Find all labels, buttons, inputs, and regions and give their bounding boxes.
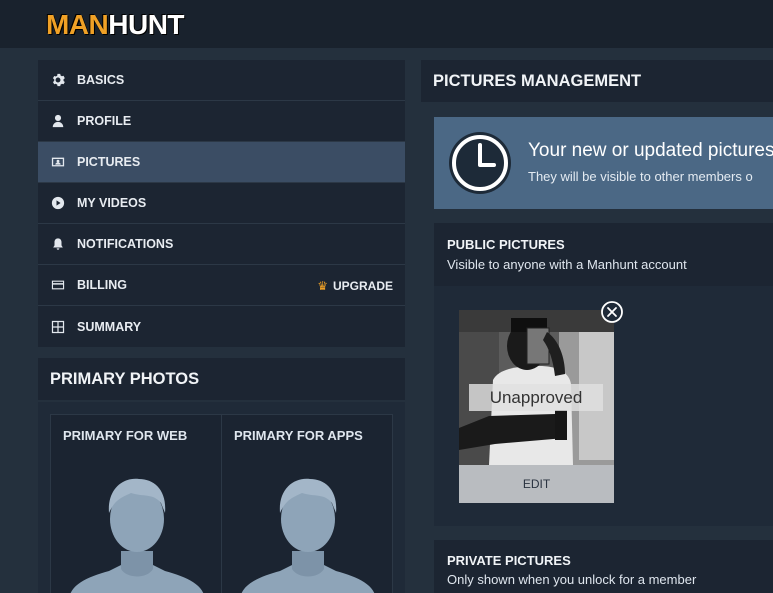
user-photo-thumbnail[interactable]: Unapproved — [459, 310, 614, 465]
crown-icon: ♛ — [317, 278, 328, 293]
public-pictures-header: PUBLIC PICTURES Visible to anyone with a… — [434, 223, 773, 286]
sidebar-item-billing[interactable]: BILLING ♛ UPGRADE — [38, 265, 405, 306]
edit-photo-button[interactable]: EDIT — [459, 465, 614, 503]
upgrade-label: UPGRADE — [332, 278, 393, 293]
bell-icon — [50, 236, 66, 252]
page-title: PICTURES MANAGEMENT — [433, 71, 642, 90]
avatar-placeholder-icon — [70, 478, 204, 593]
clock-icon — [449, 132, 511, 194]
top-bar: MAN HUNT — [0, 0, 773, 48]
sidebar-item-label: NOTIFICATIONS — [77, 237, 174, 251]
sidebar-item-notifications[interactable]: NOTIFICATIONS — [38, 224, 405, 265]
pending-review-notice: Your new or updated pictures They will b… — [434, 117, 773, 209]
private-pictures-title: PRIVATE PICTURES — [447, 553, 571, 568]
primary-for-web-label: PRIMARY FOR WEB — [63, 428, 188, 443]
primary-for-apps-label: PRIMARY FOR APPS — [234, 428, 363, 443]
sidebar-item-label: MY VIDEOS — [77, 196, 147, 210]
primary-photos-title: PRIMARY PHOTOS — [50, 369, 200, 388]
card-icon — [50, 277, 66, 293]
settings-sidebar: BASICS PROFILE PICTURES MY VIDEOS NOTIFI… — [38, 60, 405, 347]
sidebar-item-summary[interactable]: SUMMARY — [38, 306, 405, 347]
pictures-management-header: PICTURES MANAGEMENT — [421, 60, 773, 102]
picture-icon — [50, 154, 66, 170]
sidebar-item-label: SUMMARY — [77, 319, 142, 334]
unapproved-badge: Unapproved — [469, 384, 603, 411]
logo-text-hunt: HUNT — [108, 9, 185, 40]
sidebar-item-basics[interactable]: BASICS — [38, 60, 405, 101]
sidebar-item-pictures[interactable]: PICTURES — [38, 142, 405, 183]
grid-icon — [50, 319, 66, 335]
private-pictures-header: PRIVATE PICTURES Only shown when you unl… — [434, 540, 773, 593]
public-pictures-title: PUBLIC PICTURES — [447, 237, 565, 252]
primary-photos-header: PRIMARY PHOTOS — [38, 358, 405, 400]
remove-photo-close-icon[interactable] — [601, 301, 623, 323]
upgrade-link[interactable]: ♛ UPGRADE — [317, 265, 393, 306]
sidebar-item-label: BASICS — [77, 73, 125, 87]
gear-icon — [50, 72, 66, 88]
play-icon — [50, 195, 66, 211]
private-pictures-subtitle: Only shown when you unlock for a member — [447, 572, 697, 587]
manhunt-logo[interactable]: MAN HUNT — [46, 9, 185, 40]
public-photo-card[interactable]: Unapproved EDIT — [459, 310, 614, 503]
sidebar-item-my-videos[interactable]: MY VIDEOS — [38, 183, 405, 224]
sidebar-item-label: PROFILE — [77, 114, 132, 128]
avatar-placeholder-icon — [241, 478, 375, 593]
sidebar-item-label: PICTURES — [77, 155, 141, 169]
public-pictures-subtitle: Visible to anyone with a Manhunt account — [447, 257, 687, 272]
user-icon — [50, 113, 66, 129]
primary-for-apps-slot[interactable]: PRIMARY FOR APPS — [221, 414, 393, 593]
logo-text-man: MAN — [46, 9, 109, 40]
notice-headline: Your new or updated pictures — [528, 140, 773, 161]
primary-photos-panel: PRIMARY FOR WEB PRIMARY FOR APPS — [38, 402, 405, 593]
sidebar-item-profile[interactable]: PROFILE — [38, 101, 405, 142]
primary-for-web-slot[interactable]: PRIMARY FOR WEB — [50, 414, 222, 593]
sidebar-item-label: BILLING — [77, 278, 127, 292]
notice-subtext: They will be visible to other members o — [528, 169, 753, 184]
